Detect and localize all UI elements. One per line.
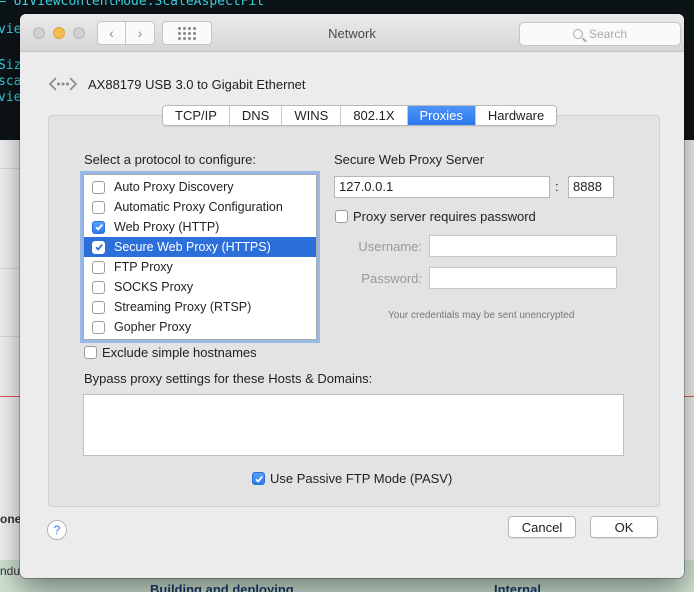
passive-ftp-row[interactable]: Use Passive FTP Mode (PASV) xyxy=(252,471,452,486)
protocol-row-ftp[interactable]: FTP Proxy xyxy=(84,257,316,277)
background-divider xyxy=(0,268,22,269)
protocol-label: SOCKS Proxy xyxy=(114,280,194,294)
title-bar[interactable]: ‹ › Network Search xyxy=(20,14,684,52)
protocol-row-socks[interactable]: SOCKS Proxy xyxy=(84,277,316,297)
background-divider xyxy=(0,336,22,337)
help-button[interactable]: ? xyxy=(47,520,67,540)
search-icon xyxy=(572,29,583,39)
tab-wins[interactable]: WINS xyxy=(282,106,342,125)
server-heading: Secure Web Proxy Server xyxy=(334,152,485,167)
protocol-label: Secure Web Proxy (HTTPS) xyxy=(114,240,271,254)
protocol-label: FTP Proxy xyxy=(114,260,173,274)
checkmark-icon xyxy=(254,475,263,483)
protocol-row-gopher[interactable]: Gopher Proxy xyxy=(84,317,316,337)
tab-8021x[interactable]: 802.1X xyxy=(341,106,408,125)
passive-ftp-label: Use Passive FTP Mode (PASV) xyxy=(270,471,453,486)
background-divider xyxy=(0,168,22,169)
proxy-port-input[interactable]: 8888 xyxy=(568,176,614,198)
username-label: Username: xyxy=(358,239,422,254)
background-clip-text: one xyxy=(0,512,22,526)
password-label: Password: xyxy=(361,271,422,286)
network-window: ‹ › Network Search AX88179 USB 3.0 to Gi… xyxy=(20,14,684,578)
checkbox-secure-web-proxy[interactable] xyxy=(92,240,105,254)
checkbox-auto-config[interactable] xyxy=(92,200,105,214)
protocol-heading: Select a protocol to configure: xyxy=(84,152,256,167)
exclude-simple-row[interactable]: Exclude simple hostnames xyxy=(84,345,257,360)
requires-password-row[interactable]: Proxy server requires password xyxy=(335,209,536,224)
protocol-row-secure-web-proxy[interactable]: Secure Web Proxy (HTTPS) xyxy=(84,237,316,257)
checkbox-passive-ftp[interactable] xyxy=(252,472,265,485)
protocol-label: Automatic Proxy Configuration xyxy=(114,200,283,214)
tab-tcpip[interactable]: TCP/IP xyxy=(163,106,230,125)
code-line: Siz xyxy=(0,58,22,73)
tab-proxies[interactable]: Proxies xyxy=(407,106,476,125)
checkbox-requires-password[interactable] xyxy=(335,210,348,223)
code-line: sca xyxy=(0,74,22,89)
protocol-label: Gopher Proxy xyxy=(114,320,192,334)
ethernet-icon xyxy=(48,77,78,91)
protocol-label: Streaming Proxy (RTSP) xyxy=(114,300,252,314)
checkmark-icon xyxy=(94,244,103,251)
requires-password-label: Proxy server requires password xyxy=(353,209,536,224)
checkbox-gopher[interactable] xyxy=(92,320,105,334)
protocol-row-auto-config[interactable]: Automatic Proxy Configuration xyxy=(84,197,316,217)
checkbox-auto-discovery[interactable] xyxy=(92,180,105,194)
protocol-row-rtsp[interactable]: Streaming Proxy (RTSP) xyxy=(84,297,316,317)
protocol-label: Auto Proxy Discovery xyxy=(114,180,234,194)
bypass-textarea[interactable] xyxy=(83,394,624,456)
bypass-heading: Bypass proxy settings for these Hosts & … xyxy=(84,371,373,386)
exclude-simple-label: Exclude simple hostnames xyxy=(102,345,257,360)
protocol-row-auto-discovery[interactable]: Auto Proxy Discovery xyxy=(84,177,316,197)
checkbox-web-proxy[interactable] xyxy=(92,220,105,234)
port-separator: : xyxy=(555,179,559,194)
protocol-label: Web Proxy (HTTP) xyxy=(114,220,220,234)
checkmark-icon xyxy=(94,224,103,231)
checkbox-rtsp[interactable] xyxy=(92,300,105,314)
protocol-row-web-proxy[interactable]: Web Proxy (HTTP) xyxy=(84,217,316,237)
tab-hardware[interactable]: Hardware xyxy=(475,106,557,125)
cancel-button[interactable]: Cancel xyxy=(508,516,576,538)
credentials-note: Your credentials may be sent unencrypted xyxy=(388,310,575,321)
proxy-host-input[interactable]: 127.0.0.1 xyxy=(334,176,550,198)
ok-button[interactable]: OK xyxy=(590,516,658,538)
checkbox-ftp[interactable] xyxy=(92,260,105,274)
background-strip-text: Building and deploying xyxy=(150,582,294,592)
checkbox-socks[interactable] xyxy=(92,280,105,294)
checkbox-exclude-simple[interactable] xyxy=(84,346,97,359)
search-placeholder: Search xyxy=(588,27,628,41)
code-line: vie xyxy=(0,22,22,37)
background-strip-text: Internal xyxy=(494,582,541,592)
code-line: – UIViewContentMode.ScaleAspectFit xyxy=(0,0,265,9)
tab-bar: TCP/IP DNS WINS 802.1X Proxies Hardware xyxy=(162,105,558,126)
password-input[interactable] xyxy=(429,267,617,289)
username-input[interactable] xyxy=(429,235,617,257)
tab-dns[interactable]: DNS xyxy=(229,106,283,125)
search-field[interactable]: Search xyxy=(519,22,681,46)
protocol-list: Auto Proxy Discovery Automatic Proxy Con… xyxy=(83,174,317,340)
background-clip-text: ndu xyxy=(0,564,21,578)
interface-name: AX88179 USB 3.0 to Gigabit Ethernet xyxy=(88,77,306,92)
